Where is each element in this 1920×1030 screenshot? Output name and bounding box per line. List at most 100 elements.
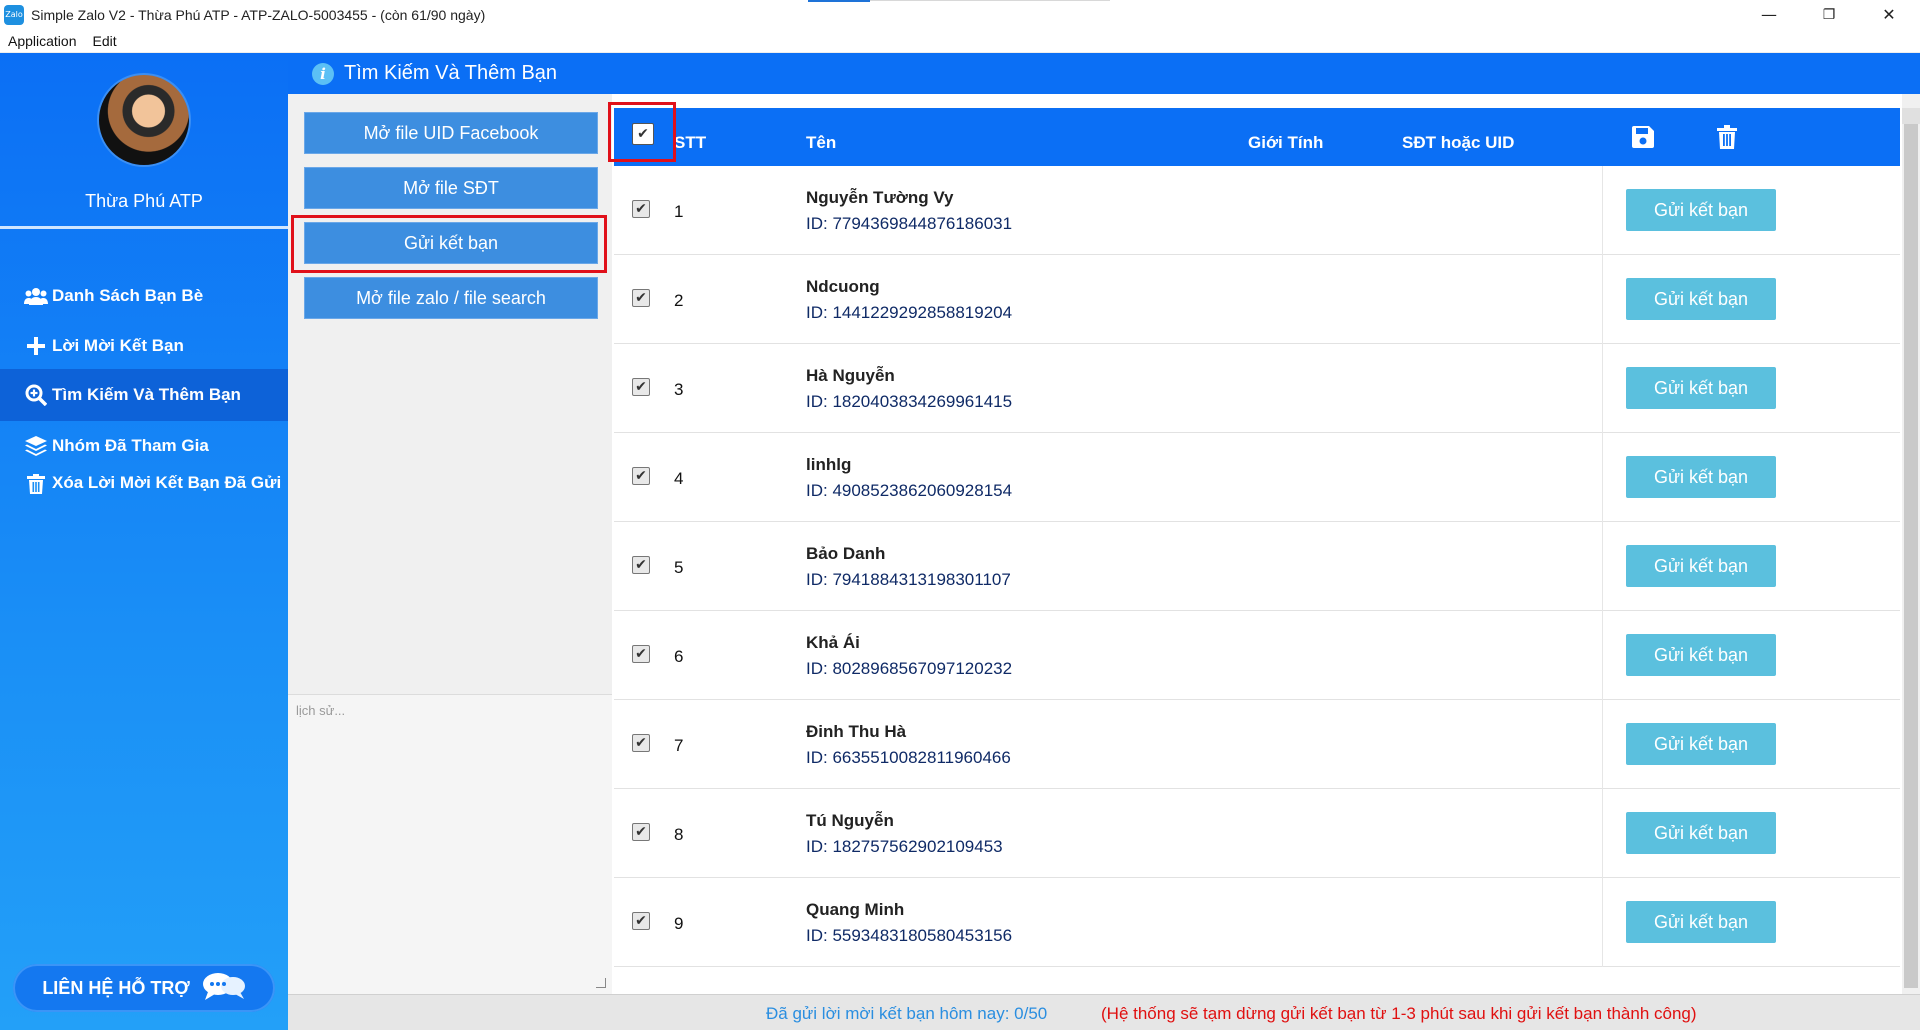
scrollbar-up[interactable] (1902, 108, 1920, 124)
restore-button[interactable]: ❐ (1800, 0, 1858, 29)
row-stt: 1 (674, 202, 684, 221)
menu-application[interactable]: Application (0, 33, 85, 49)
resize-grip[interactable] (596, 978, 606, 988)
row-divider (1602, 433, 1603, 522)
friends-table: ✔ STT Tên Giới Tính SĐT hoặc UID ✔ 1 Ngu… (612, 94, 1902, 994)
row-stt: 2 (674, 291, 684, 310)
delete-icon[interactable] (1717, 108, 1737, 166)
highlight-select-all (608, 102, 676, 162)
row-id: ID: 7794369844876186031 (806, 214, 1013, 233)
row-send-request-button[interactable]: Gửi kết bạn (1626, 634, 1776, 676)
column-phone-uid: SĐT hoặc UID (1402, 133, 1515, 152)
table-row: ✔ 3 Hà Nguyễn ID: 1820403834269961415 Gử… (614, 344, 1900, 433)
row-divider (1602, 344, 1603, 433)
row-name: Nguyễn Tường Vy (806, 188, 954, 207)
row-id: ID: 5593483180580453156 (806, 926, 1013, 945)
support-contact-button[interactable]: LIÊN HỆ HỖ TRỢ (13, 964, 275, 1012)
table-row: ✔ 7 Đinh Thu Hà ID: 6635510082811960466 … (614, 700, 1900, 789)
table-header: ✔ STT Tên Giới Tính SĐT hoặc UID (614, 108, 1900, 166)
row-id: ID: 8028968567097120232 (806, 659, 1013, 678)
row-stt: 4 (674, 469, 684, 488)
save-icon[interactable] (1632, 108, 1654, 166)
row-divider (1602, 878, 1603, 967)
row-name: linhlg (806, 455, 852, 474)
table-row: ✔ 5 Bảo Danh ID: 7941884313198301107 Gửi… (614, 522, 1900, 611)
row-stt: 9 (674, 914, 684, 933)
sent-today-status: Đã gửi lời mời kết bạn hôm nay: 0/50 (766, 1004, 1048, 1023)
row-send-request-button[interactable]: Gửi kết bạn (1626, 901, 1776, 943)
sidebar-item-label: Lời Mời Kết Bạn (52, 336, 184, 355)
history-textarea[interactable]: lịch sử... (288, 694, 612, 994)
row-id: ID: 1820403834269961415 (806, 392, 1013, 411)
scrollbar-thumb[interactable] (1904, 108, 1918, 988)
row-checkbox[interactable]: ✔ (632, 378, 650, 396)
row-checkbox[interactable]: ✔ (632, 734, 650, 752)
row-send-request-button[interactable]: Gửi kết bạn (1626, 456, 1776, 498)
row-id: ID: 7941884313198301107 (806, 570, 1011, 589)
row-name: Khả Ái (806, 633, 860, 652)
row-id: ID: 6635510082811960466 (806, 748, 1011, 767)
row-divider (1602, 700, 1603, 789)
sidebar-item-friends[interactable]: Danh Sách Bạn Bè (0, 270, 288, 322)
zalo-app-icon: Zalo (4, 4, 24, 25)
row-id: ID: 4908523862060928154 (806, 481, 1013, 500)
row-checkbox[interactable]: ✔ (632, 200, 650, 218)
sidebar-item-delete-sent-requests[interactable]: Xóa Lời Mời Kết Bạn Đã Gửi (0, 461, 288, 525)
users-icon (24, 285, 48, 307)
status-bar: Đã gửi lời mời kết bạn hôm nay: 0/50 (Hệ… (288, 994, 1920, 1030)
row-checkbox[interactable]: ✔ (632, 289, 650, 307)
table-row: ✔ 2 Ndcuong ID: 1441229292858819204 Gửi … (614, 255, 1900, 344)
sidebar: Thừa Phú ATP Danh Sách Bạn Bè Lời Mời Kế… (0, 53, 288, 1030)
row-name: Bảo Danh (806, 544, 886, 563)
plus-icon (24, 335, 48, 357)
open-phone-file-button[interactable]: Mở file SĐT (304, 167, 598, 209)
close-button[interactable]: ✕ (1860, 0, 1918, 29)
row-checkbox[interactable]: ✔ (632, 556, 650, 574)
row-stt: 6 (674, 647, 684, 666)
row-divider (1602, 611, 1603, 700)
table-row: ✔ 1 Nguyễn Tường Vy ID: 7794369844876186… (614, 166, 1900, 255)
action-panel: Mở file UID Facebook Mở file SĐT Gửi kết… (288, 94, 612, 694)
table-row: ✔ 9 Quang Minh ID: 5593483180580453156 G… (614, 878, 1900, 967)
row-name: Hà Nguyễn (806, 366, 895, 385)
row-id: ID: 182757562902109453 (806, 837, 1003, 856)
open-zalo-file-button[interactable]: Mở file zalo / file search (304, 277, 598, 319)
row-stt: 5 (674, 558, 684, 577)
search-plus-icon (24, 384, 48, 406)
row-send-request-button[interactable]: Gửi kết bạn (1626, 189, 1776, 231)
avatar (97, 73, 191, 167)
sidebar-item-friend-requests[interactable]: Lời Mời Kết Bạn (0, 320, 288, 372)
row-divider (1602, 255, 1603, 344)
title-accent-line (808, 0, 870, 2)
page-title: Tìm Kiếm Và Thêm Bạn (344, 62, 558, 84)
row-divider (1602, 522, 1603, 611)
title-bar: Zalo Simple Zalo V2 - Thừa Phú ATP - ATP… (0, 0, 1920, 29)
menu-edit[interactable]: Edit (85, 33, 125, 49)
row-send-request-button[interactable]: Gửi kết bạn (1626, 545, 1776, 587)
row-send-request-button[interactable]: Gửi kết bạn (1626, 278, 1776, 320)
pause-notice: (Hệ thống sẽ tạm dừng gửi kết bạn từ 1-3… (1101, 1004, 1697, 1023)
row-name: Tú Nguyễn (806, 811, 894, 830)
row-checkbox[interactable]: ✔ (632, 645, 650, 663)
window-title: Simple Zalo V2 - Thừa Phú ATP - ATP-ZALO… (31, 6, 486, 23)
row-send-request-button[interactable]: Gửi kết bạn (1626, 367, 1776, 409)
row-checkbox[interactable]: ✔ (632, 467, 650, 485)
column-name: Tên (806, 133, 837, 152)
page-header: i Tìm Kiếm Và Thêm Bạn (288, 53, 1920, 94)
sidebar-item-search-add[interactable]: Tìm Kiếm Và Thêm Bạn (0, 369, 288, 421)
open-uid-facebook-button[interactable]: Mở file UID Facebook (304, 112, 598, 154)
row-send-request-button[interactable]: Gửi kết bạn (1626, 723, 1776, 765)
history-placeholder: lịch sử... (296, 703, 346, 718)
row-divider (1602, 789, 1603, 878)
row-name: Quang Minh (806, 900, 905, 919)
row-checkbox[interactable]: ✔ (632, 823, 650, 841)
minimize-button[interactable]: — (1740, 0, 1798, 29)
table-row: ✔ 8 Tú Nguyễn ID: 182757562902109453 Gửi… (614, 789, 1900, 878)
row-checkbox[interactable]: ✔ (632, 912, 650, 930)
trash-icon (24, 473, 48, 495)
row-send-request-button[interactable]: Gửi kết bạn (1626, 812, 1776, 854)
menu-bar: Application Edit (0, 29, 1920, 53)
row-name: Đinh Thu Hà (806, 722, 907, 741)
layers-icon (24, 435, 48, 457)
table-row: ✔ 4 linhlg ID: 4908523862060928154 Gửi k… (614, 433, 1900, 522)
